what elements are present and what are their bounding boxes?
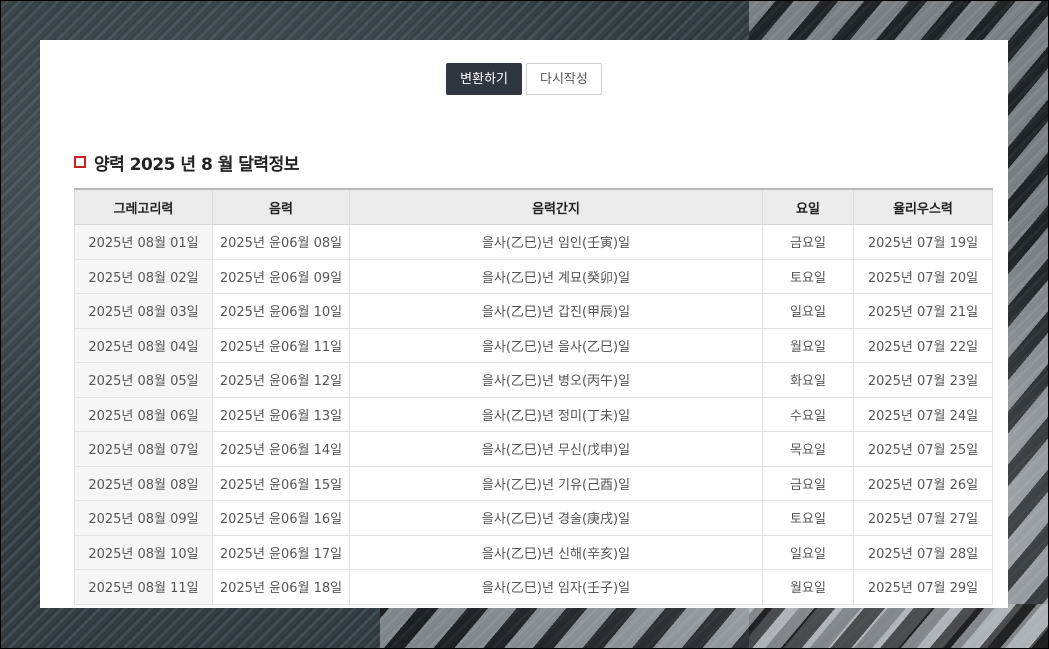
table-row: 2025년 08월 08일 2025년 윤06월 15일 을사(乙巳)년 기유(己酉… xyxy=(74,465,993,501)
cell-lunar: 2025년 윤06월 17일 xyxy=(212,534,350,570)
cell-julian: 2025년 07월 23일 xyxy=(853,362,993,398)
cell-ganji: 을사(乙巳)년 을사(乙巳)일 xyxy=(349,327,763,363)
header-lunar: 음력 xyxy=(212,188,350,225)
cell-weekday: 일요일 xyxy=(762,293,854,329)
cell-weekday: 일요일 xyxy=(762,534,854,570)
table-row: 2025년 08월 05일 2025년 윤06월 12일 을사(乙巳)년 병오(丙午… xyxy=(74,362,993,398)
cell-gregorian: 2025년 08월 05일 xyxy=(74,362,213,398)
cell-gregorian: 2025년 08월 02일 xyxy=(74,258,213,294)
cell-weekday: 토요일 xyxy=(762,258,854,294)
cell-lunar: 2025년 윤06월 18일 xyxy=(212,569,350,605)
table-row: 2025년 08월 01일 2025년 윤06월 08일 을사(乙巳)년 임인(壬寅… xyxy=(74,224,993,260)
header-gregorian: 그레고리력 xyxy=(74,188,213,225)
table-row: 2025년 08월 03일 2025년 윤06월 10일 을사(乙巳)년 갑진(甲辰… xyxy=(74,293,993,329)
cell-lunar: 2025년 윤06월 13일 xyxy=(212,396,350,432)
cell-gregorian: 2025년 08월 09일 xyxy=(74,500,213,536)
cell-julian: 2025년 07월 21일 xyxy=(853,293,993,329)
cell-lunar: 2025년 윤06월 14일 xyxy=(212,431,350,467)
calendar-table: 그레고리력 음력 음력간지 요일 율리우스력 2025년 08월 01일 2025… xyxy=(74,188,993,605)
table-row: 2025년 08월 04일 2025년 윤06월 11일 을사(乙巳)년 을사(乙巳… xyxy=(74,327,993,363)
reset-button[interactable]: 다시작성 xyxy=(526,63,602,95)
cell-lunar: 2025년 윤06월 15일 xyxy=(212,465,350,501)
cell-julian: 2025년 07월 27일 xyxy=(853,500,993,536)
cell-ganji: 을사(乙巳)년 병오(丙午)일 xyxy=(349,362,763,398)
header-julian: 율리우스력 xyxy=(853,188,993,225)
cell-ganji: 을사(乙巳)년 정미(丁未)일 xyxy=(349,396,763,432)
cell-julian: 2025년 07월 28일 xyxy=(853,534,993,570)
action-buttons: 변환하기 다시작성 xyxy=(40,63,1008,95)
square-bullet-icon xyxy=(74,156,86,168)
cell-julian: 2025년 07월 20일 xyxy=(853,258,993,294)
cell-ganji: 을사(乙巳)년 신해(辛亥)일 xyxy=(349,534,763,570)
cell-julian: 2025년 07월 22일 xyxy=(853,327,993,363)
section-header: 양력 2025 년 8 월 달력정보 xyxy=(74,150,299,175)
table-row: 2025년 08월 06일 2025년 윤06월 13일 을사(乙巳)년 정미(丁未… xyxy=(74,396,993,432)
header-weekday: 요일 xyxy=(762,188,854,225)
cell-julian: 2025년 07월 26일 xyxy=(853,465,993,501)
cell-weekday: 수요일 xyxy=(762,396,854,432)
cell-ganji: 을사(乙巳)년 기유(己酉)일 xyxy=(349,465,763,501)
cell-gregorian: 2025년 08월 11일 xyxy=(74,569,213,605)
table-row: 2025년 08월 07일 2025년 윤06월 14일 을사(乙巳)년 무신(戊申… xyxy=(74,431,993,467)
cell-weekday: 화요일 xyxy=(762,362,854,398)
table-row: 2025년 08월 10일 2025년 윤06월 17일 을사(乙巳)년 신해(辛亥… xyxy=(74,534,993,570)
cell-ganji: 을사(乙巳)년 임자(壬子)일 xyxy=(349,569,763,605)
cell-ganji: 을사(乙巳)년 갑진(甲辰)일 xyxy=(349,293,763,329)
header-ganji: 음력간지 xyxy=(349,188,763,225)
cell-ganji: 을사(乙巳)년 임인(壬寅)일 xyxy=(349,224,763,260)
cell-lunar: 2025년 윤06월 08일 xyxy=(212,224,350,260)
cell-lunar: 2025년 윤06월 12일 xyxy=(212,362,350,398)
cell-weekday: 월요일 xyxy=(762,569,854,605)
cell-julian: 2025년 07월 29일 xyxy=(853,569,993,605)
cell-gregorian: 2025년 08월 08일 xyxy=(74,465,213,501)
calendar-table-wrapper: 그레고리력 음력 음력간지 요일 율리우스력 2025년 08월 01일 2025… xyxy=(74,188,993,605)
cell-ganji: 을사(乙巳)년 경술(庚戌)일 xyxy=(349,500,763,536)
cell-gregorian: 2025년 08월 10일 xyxy=(74,534,213,570)
cell-gregorian: 2025년 08월 03일 xyxy=(74,293,213,329)
cell-gregorian: 2025년 08월 04일 xyxy=(74,327,213,363)
cell-julian: 2025년 07월 19일 xyxy=(853,224,993,260)
cell-gregorian: 2025년 08월 01일 xyxy=(74,224,213,260)
cell-ganji: 을사(乙巳)년 무신(戊申)일 xyxy=(349,431,763,467)
cell-lunar: 2025년 윤06월 16일 xyxy=(212,500,350,536)
cell-weekday: 목요일 xyxy=(762,431,854,467)
section-title: 양력 2025 년 8 월 달력정보 xyxy=(94,154,299,175)
cell-lunar: 2025년 윤06월 10일 xyxy=(212,293,350,329)
convert-button[interactable]: 변환하기 xyxy=(446,63,522,95)
cell-julian: 2025년 07월 25일 xyxy=(853,431,993,467)
content-panel: 변환하기 다시작성 양력 2025 년 8 월 달력정보 그레고리력 음력 음력… xyxy=(40,40,1008,608)
table-row: 2025년 08월 11일 2025년 윤06월 18일 을사(乙巳)년 임자(壬子… xyxy=(74,569,993,605)
cell-lunar: 2025년 윤06월 09일 xyxy=(212,258,350,294)
cell-weekday: 월요일 xyxy=(762,327,854,363)
table-header-row: 그레고리력 음력 음력간지 요일 율리우스력 xyxy=(74,188,993,225)
cell-weekday: 금요일 xyxy=(762,465,854,501)
cell-julian: 2025년 07월 24일 xyxy=(853,396,993,432)
background-image-bottom xyxy=(380,604,1049,649)
cell-gregorian: 2025년 08월 07일 xyxy=(74,431,213,467)
table-row: 2025년 08월 09일 2025년 윤06월 16일 을사(乙巳)년 경술(庚戌… xyxy=(74,500,993,536)
cell-gregorian: 2025년 08월 06일 xyxy=(74,396,213,432)
cell-ganji: 을사(乙巳)년 계묘(癸卯)일 xyxy=(349,258,763,294)
table-row: 2025년 08월 02일 2025년 윤06월 09일 을사(乙巳)년 계묘(癸卯… xyxy=(74,258,993,294)
cell-lunar: 2025년 윤06월 11일 xyxy=(212,327,350,363)
cell-weekday: 금요일 xyxy=(762,224,854,260)
table-body: 2025년 08월 01일 2025년 윤06월 08일 을사(乙巳)년 임인(壬寅… xyxy=(74,224,993,605)
cell-weekday: 토요일 xyxy=(762,500,854,536)
